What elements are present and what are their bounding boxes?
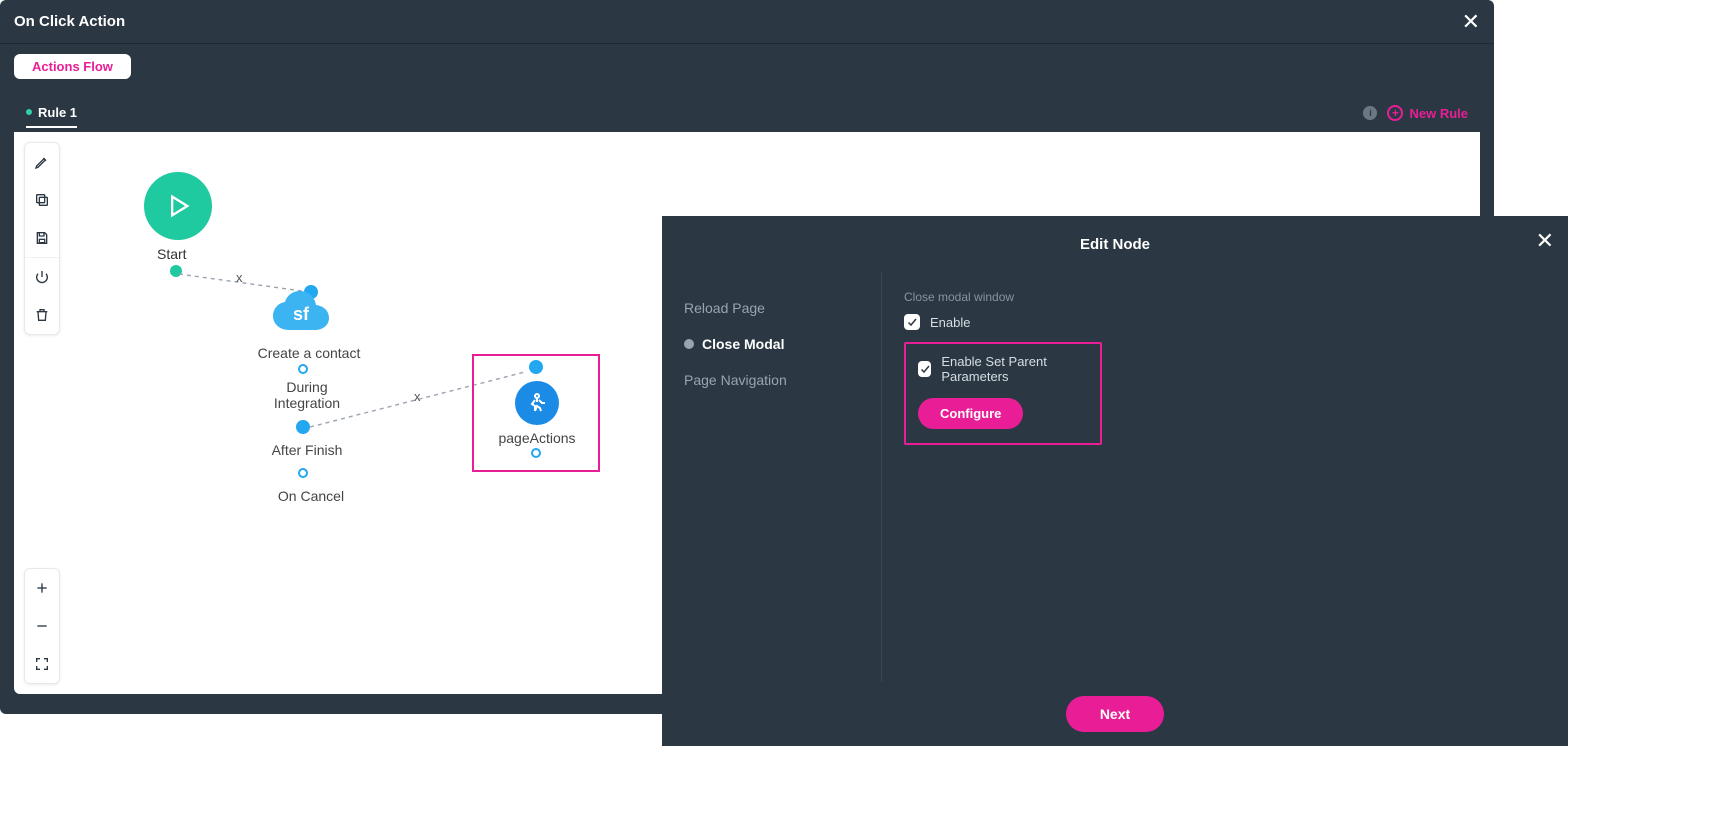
edit-node-footer: Next (662, 682, 1568, 746)
port-during-out[interactable] (298, 364, 308, 374)
power-icon[interactable] (24, 258, 60, 296)
checkbox-enable-label: Enable (930, 315, 970, 330)
sf-text: sf (293, 304, 310, 324)
sidebar-label-close-modal: Close Modal (702, 336, 784, 352)
rule-bar: Rule 1 i + New Rule (14, 94, 1480, 132)
sidebar-item-close-modal[interactable]: Close Modal (662, 326, 881, 362)
checkbox-parent-label: Enable Set Parent Parameters (941, 354, 1088, 384)
tab-actions-flow[interactable]: Actions Flow (14, 54, 131, 79)
node-pageactions[interactable] (515, 381, 559, 425)
panel-title: On Click Action (14, 13, 125, 30)
copy-icon[interactable] (24, 181, 60, 219)
section-title: Close modal window (904, 290, 1546, 304)
edit-node-panel: Edit Node ✕ Reload Page Close Modal Page… (662, 216, 1568, 746)
label-after-finish: After Finish (262, 442, 352, 458)
label-on-cancel: On Cancel (266, 488, 356, 504)
zoom-controls (24, 568, 60, 684)
new-rule-button[interactable]: + New Rule (1387, 105, 1468, 121)
checkbox-enable[interactable] (904, 314, 920, 330)
port-cancel-out[interactable] (298, 468, 308, 478)
connector-delete-icon[interactable]: x (236, 270, 243, 285)
canvas-toolbox (24, 142, 60, 335)
highlighted-parent-params: Enable Set Parent Parameters Configure (904, 342, 1102, 445)
rule-bar-right: i + New Rule (1363, 105, 1468, 121)
checkbox-parent-params[interactable] (918, 361, 931, 377)
rule-tab-label: Rule 1 (38, 105, 77, 120)
checkbox-parent-row[interactable]: Enable Set Parent Parameters (918, 354, 1088, 384)
zoom-in-icon[interactable] (24, 569, 60, 607)
next-button[interactable]: Next (1066, 696, 1164, 732)
rule-tab-1[interactable]: Rule 1 (26, 105, 77, 128)
port-after-out[interactable] (296, 420, 310, 434)
sidebar-item-reload-page[interactable]: Reload Page (662, 290, 881, 326)
new-rule-label: New Rule (1409, 106, 1468, 121)
connector-delete-icon-2[interactable]: x (414, 389, 421, 404)
rule-active-dot (26, 109, 32, 115)
sidebar-label-reload: Reload Page (684, 300, 765, 316)
close-icon[interactable]: ✕ (1462, 9, 1480, 35)
edit-node-title: Edit Node (1080, 236, 1150, 253)
pencil-icon[interactable] (24, 143, 60, 181)
fullscreen-icon[interactable] (24, 645, 60, 683)
port-start-out[interactable] (170, 265, 182, 277)
plus-circle-icon: + (1387, 105, 1403, 121)
port-pageactions-in[interactable] (529, 360, 543, 374)
radio-on-icon (684, 339, 694, 349)
node-create-contact-label: Create a contact (249, 345, 369, 361)
edit-node-sidebar: Reload Page Close Modal Page Navigation (662, 272, 882, 682)
label-during-integration: During Integration (262, 379, 352, 411)
checkbox-enable-row[interactable]: Enable (904, 314, 1546, 330)
close-icon[interactable]: ✕ (1536, 228, 1554, 254)
node-start[interactable] (144, 172, 212, 240)
edit-node-header: Edit Node ✕ (662, 216, 1568, 272)
sidebar-label-page-nav: Page Navigation (684, 372, 787, 388)
zoom-out-icon[interactable] (24, 607, 60, 645)
sidebar-item-page-navigation[interactable]: Page Navigation (662, 362, 881, 398)
info-icon[interactable]: i (1363, 106, 1377, 120)
node-start-label: Start (157, 246, 187, 262)
trash-icon[interactable] (24, 296, 60, 334)
mode-tabs: Actions Flow (0, 44, 1494, 88)
port-pageactions-out[interactable] (531, 448, 541, 458)
save-icon[interactable] (24, 219, 60, 257)
panel-header: On Click Action ✕ (0, 0, 1494, 44)
edit-node-content: Close modal window Enable Enable Set Par… (882, 272, 1568, 682)
node-pageactions-label: pageActions (492, 430, 582, 446)
node-create-contact[interactable]: sf (269, 290, 325, 334)
configure-button[interactable]: Configure (918, 398, 1023, 429)
